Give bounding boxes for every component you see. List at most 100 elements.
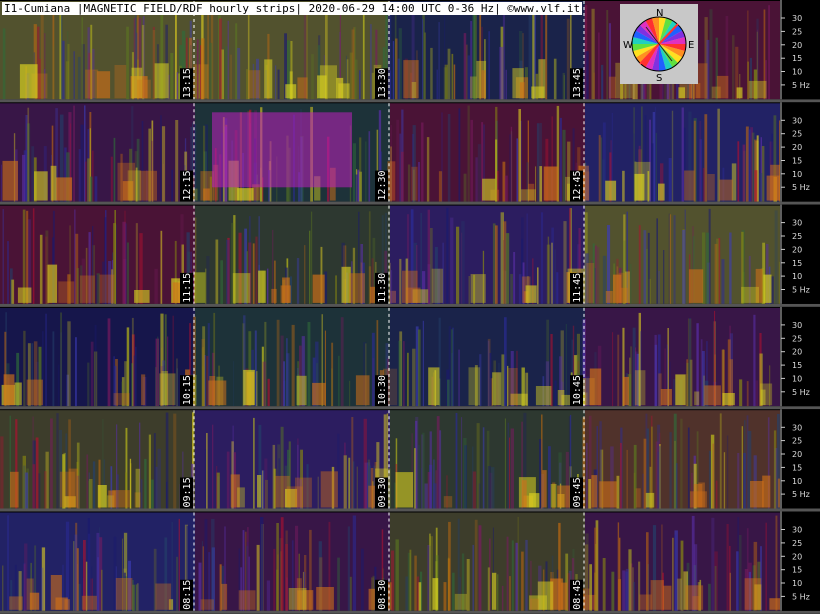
signal-blob	[243, 369, 255, 406]
signal-blob	[684, 170, 695, 201]
signal-streak	[246, 69, 248, 100]
signal-streak	[451, 53, 454, 100]
signal-streak	[658, 270, 660, 304]
signal-blob	[238, 590, 256, 610]
signal-streak	[565, 324, 567, 407]
signal-streak	[497, 574, 499, 611]
signal-blob	[622, 376, 629, 406]
signal-streak	[317, 476, 319, 509]
spectrogram-chart: 13:15 13:30 13:4530252015105 Hz12:15 12:30 1…	[0, 0, 820, 614]
axis-tick-label: 10	[792, 170, 802, 179]
signal-streak	[176, 358, 178, 407]
signal-streak	[563, 221, 567, 304]
signal-blob	[663, 585, 672, 610]
signal-blob	[520, 189, 536, 201]
signal-streak	[176, 72, 179, 100]
signal-streak	[540, 212, 544, 304]
signal-streak	[515, 542, 518, 611]
signal-streak	[585, 51, 589, 100]
signal-streak	[721, 259, 725, 304]
signal-blob	[248, 70, 261, 99]
signal-streak	[87, 158, 90, 202]
signal-streak	[352, 515, 357, 611]
signal-blob	[521, 480, 527, 508]
signal-streak	[347, 526, 350, 611]
signal-streak	[517, 516, 519, 611]
signal-streak	[407, 352, 409, 407]
axis-tick-label: 5 Hz	[792, 81, 810, 90]
signal-blob	[431, 268, 444, 303]
signal-streak	[227, 20, 229, 100]
signal-streak	[715, 480, 718, 509]
signal-streak	[340, 317, 344, 407]
signal-streak	[57, 364, 60, 407]
signal-streak	[291, 324, 295, 407]
signal-streak	[714, 551, 718, 611]
signal-blob	[432, 578, 439, 610]
signal-streak	[74, 534, 78, 611]
signal-streak	[447, 558, 451, 611]
signal-streak	[487, 466, 491, 509]
signal-blob	[560, 582, 568, 610]
signal-streak	[126, 242, 129, 304]
signal-streak	[518, 109, 521, 202]
signal-streak	[56, 413, 59, 509]
axis-tick-label: 15	[792, 157, 802, 166]
signal-blob	[565, 176, 571, 201]
signal-streak	[135, 584, 138, 611]
signal-streak	[669, 432, 672, 509]
signal-streak	[518, 274, 522, 304]
signal-streak	[416, 576, 419, 611]
signal-streak	[390, 270, 393, 304]
signal-streak	[741, 426, 743, 509]
signal-streak	[277, 69, 280, 100]
signal-streak	[716, 238, 720, 304]
signal-streak	[175, 120, 179, 202]
signal-blob	[716, 75, 729, 99]
signal-blob	[58, 281, 75, 303]
signal-blob	[14, 382, 22, 406]
signal-streak	[296, 258, 300, 304]
signal-streak	[436, 416, 440, 509]
signal-blob	[112, 490, 130, 508]
axis-tick-label: 15	[792, 566, 802, 575]
time-marker-label: 11:45	[572, 273, 583, 303]
axis-tick-label: 15	[792, 259, 802, 268]
signal-blob	[550, 484, 557, 508]
signal-streak	[668, 213, 670, 304]
signal-streak	[737, 141, 740, 202]
signal-blob	[50, 165, 57, 201]
signal-streak	[359, 70, 361, 100]
signal-streak	[672, 537, 674, 611]
strip-separator	[0, 99, 820, 103]
axis-tick-label: 10	[792, 272, 802, 281]
axis-tick-label: 30	[792, 14, 802, 23]
signal-blob	[722, 393, 735, 406]
signal-streak	[0, 436, 4, 509]
signal-streak	[491, 467, 495, 509]
signal-blob	[34, 171, 48, 201]
signal-streak	[504, 418, 506, 509]
signal-streak	[687, 427, 690, 509]
signal-streak	[422, 19, 424, 100]
signal-streak	[726, 524, 729, 611]
signal-streak	[354, 26, 356, 100]
signal-streak	[399, 258, 402, 304]
signal-streak	[671, 110, 674, 202]
signal-streak	[654, 334, 657, 407]
axis-tick-label: 25	[792, 334, 802, 343]
signal-streak	[674, 534, 677, 611]
signal-streak	[307, 322, 311, 407]
signal-streak	[171, 521, 174, 611]
time-marker-label: 08:30	[377, 580, 388, 610]
signal-blob	[719, 179, 733, 201]
rdf-compass: N S E W	[620, 4, 698, 84]
signal-streak	[775, 515, 778, 611]
signal-streak	[633, 582, 635, 611]
axis-tick-label: 5 Hz	[792, 388, 810, 397]
signal-streak	[126, 26, 129, 100]
signal-streak	[355, 174, 358, 202]
signal-blob	[608, 76, 616, 99]
signal-streak	[45, 313, 47, 407]
axis-tick-label: 30	[792, 423, 802, 432]
